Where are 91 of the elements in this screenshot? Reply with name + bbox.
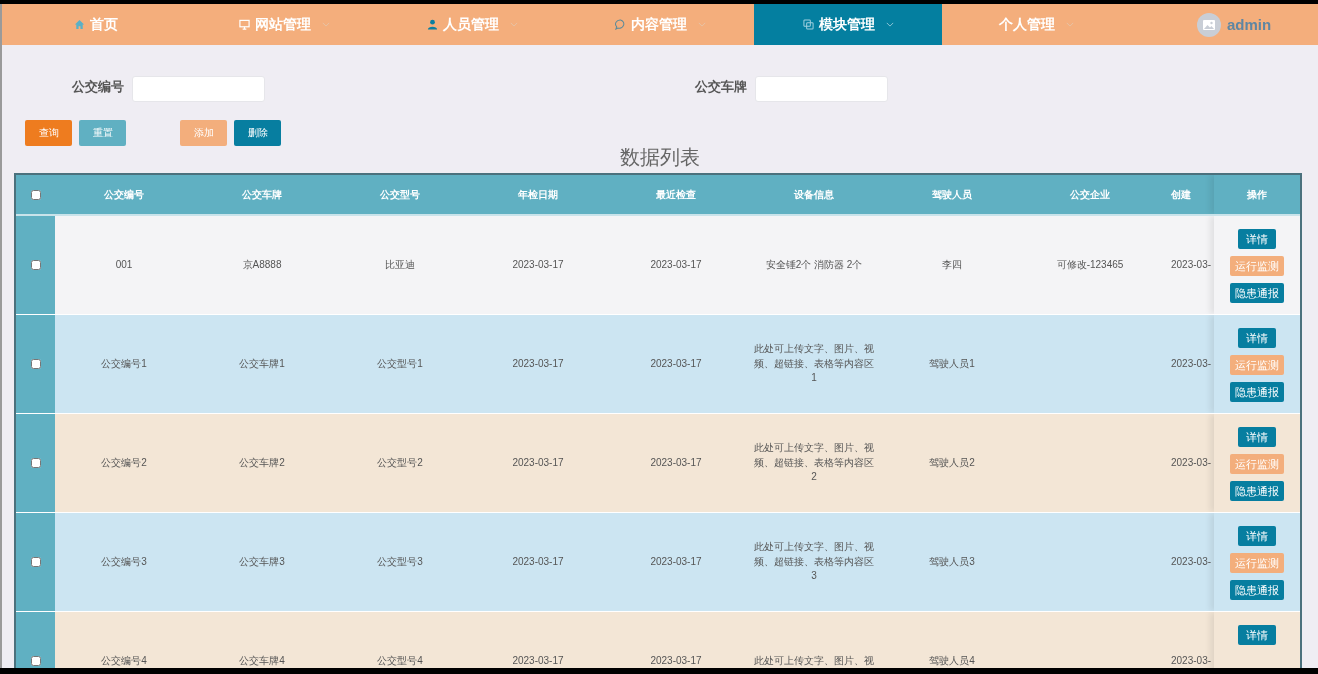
- table-cell-text: 驾驶人员2: [929, 455, 975, 470]
- column-header: 创建: [1171, 187, 1191, 202]
- table-cell-text: 此处可上传文字、图片、视频、超链接、表格等内容区3: [753, 540, 875, 584]
- nav-tab[interactable]: 模块管理: [754, 4, 942, 45]
- column-header: 驾驶人员: [932, 187, 972, 202]
- reset-button[interactable]: 重置: [79, 120, 126, 146]
- action-button[interactable]: 隐患通报: [1230, 580, 1284, 600]
- row-checkbox[interactable]: [30, 458, 41, 468]
- caret-icon: [885, 22, 894, 27]
- action-button[interactable]: 隐患通报: [1230, 283, 1284, 303]
- delete-button[interactable]: 删除: [234, 120, 281, 146]
- table-cell-text: 安全锤2个 消防器 2个: [765, 257, 863, 272]
- action-button[interactable]: 隐患通报: [1230, 382, 1284, 402]
- table-cell-text: 公交编号3: [101, 554, 147, 569]
- table-cell-text: 此处可上传文字、图片、视频、超链接、表格等内容区1: [753, 342, 875, 386]
- table-cell-text: 2023-03-17: [512, 554, 564, 569]
- column-header: 最近检查: [656, 187, 696, 202]
- table-cell-text: 2023-03-17: [512, 257, 564, 272]
- table-cell-text: 公交型号1: [377, 356, 423, 371]
- table-cell-text: 公交车牌1: [239, 356, 285, 371]
- table-cell-text: 001: [115, 257, 133, 272]
- table-cell: 公交车牌4: [239, 653, 285, 668]
- table-cell-text: 2023-03-17: [650, 356, 702, 371]
- table-cell: 2023-03-17: [512, 653, 564, 668]
- table-cell: 2023-03-: [1171, 653, 1212, 668]
- table-cell-text: 公交型号3: [377, 554, 423, 569]
- table-cell: 2023-03-17: [650, 653, 702, 668]
- column-header: 公交型号: [380, 187, 420, 202]
- table-cell-text: 可修改-123465: [1056, 257, 1124, 272]
- caret-icon: [697, 22, 706, 27]
- table-cell-text: 2023-03-17: [650, 554, 702, 569]
- action-button[interactable]: 详情: [1238, 526, 1276, 546]
- table-cell: 此处可上传文字、图片、视: [754, 653, 874, 668]
- column-header: 公交编号: [104, 187, 144, 202]
- row-checkbox[interactable]: [30, 557, 41, 567]
- caret-icon: [321, 22, 330, 27]
- table-cell-text: 驾驶人员1: [929, 356, 975, 371]
- copy-icon: [802, 19, 814, 30]
- table-cell-text: 公交编号2: [101, 455, 147, 470]
- table-cell-text: 李四: [942, 257, 962, 272]
- column-header: 公交企业: [1070, 187, 1110, 202]
- table-cell-text: 2023-03-17: [512, 356, 564, 371]
- table-cell: 公交编号4: [101, 653, 147, 668]
- column-header: 操作: [1247, 187, 1267, 202]
- avatar-icon: [1196, 12, 1221, 37]
- table-cell-text: 2023-03-: [1171, 455, 1212, 470]
- monitor-icon: [238, 19, 250, 30]
- table-cell: 驾驶人员4: [929, 653, 975, 668]
- column-header: 年检日期: [518, 187, 558, 202]
- row-checkbox[interactable]: [30, 359, 41, 369]
- table-cell-text: 2023-03-: [1171, 554, 1212, 569]
- field-label: 公交车牌: [695, 78, 747, 96]
- row-checkbox[interactable]: [30, 260, 41, 270]
- table-cell-text: 公交车牌2: [239, 455, 285, 470]
- action-button[interactable]: 详情: [1238, 427, 1276, 447]
- table-cell-text: 2023-03-17: [650, 455, 702, 470]
- search-field[interactable]: [755, 76, 888, 102]
- table-row[interactable]: 公交编号4 公交车牌4 公交型号4 2023-03-17 2023-03-17 此处可上传文字、图片、视 驾驶人员4 2023-03- 详情: [16, 612, 1300, 668]
- search-field[interactable]: [132, 76, 265, 102]
- table-cell-text: 2023-03-: [1171, 257, 1212, 272]
- caret-icon: [1065, 22, 1074, 27]
- table-cell-text: 驾驶人员3: [929, 554, 975, 569]
- table-cell-text: 2023-03-17: [512, 455, 564, 470]
- table-cell-text: 2023-03-17: [650, 257, 702, 272]
- home-icon: [74, 19, 85, 30]
- table-cell-text: 公交型号2: [377, 455, 423, 470]
- column-header: 设备信息: [794, 187, 834, 202]
- caret-icon: [509, 22, 518, 27]
- table-row[interactable]: 001 京A8888 比亚迪 2023-03-17 2023-03-17 安全锤2个 消防器 2个 李四 可修改-123465 2023-03- 详情 运行监测 隐患通报: [16, 216, 1300, 315]
- chat-icon: [614, 19, 626, 30]
- table-cell-text: 京A8888: [242, 257, 282, 272]
- table-cell: 公交型号4: [377, 653, 423, 668]
- action-button[interactable]: 详情: [1238, 229, 1276, 249]
- column-header: 公交车牌: [242, 187, 282, 202]
- table-row[interactable]: 公交编号1 公交车牌1 公交型号1 2023-03-17 2023-03-17 此处可上传文字、图片、视频、超链接、表格等内容区1 驾驶人员1 2023-03- 详情 运行监测 隐患通报: [16, 315, 1300, 414]
- table-cell-text: 比亚迪: [385, 257, 415, 272]
- table-row[interactable]: 公交编号2 公交车牌2 公交型号2 2023-03-17 2023-03-17 此处可上传文字、图片、视频、超链接、表格等内容区2 驾驶人员2 2023-03- 详情 运行监测 隐患通报: [16, 414, 1300, 513]
- table-title: 数据列表: [619, 146, 701, 169]
- field-label: 公交编号: [72, 78, 124, 96]
- row-checkbox[interactable]: [30, 656, 41, 666]
- action-button[interactable]: 详情: [1238, 625, 1276, 645]
- action-button[interactable]: 详情: [1238, 328, 1276, 348]
- table-cell-text: 公交编号1: [101, 356, 147, 371]
- query-button[interactable]: 查询: [25, 120, 72, 146]
- table-cell-text: 此处可上传文字、图片、视频、超链接、表格等内容区2: [753, 441, 875, 485]
- table-cell-text: 公交车牌3: [239, 554, 285, 569]
- person-icon: [426, 19, 438, 30]
- select-all-checkbox[interactable]: [30, 189, 41, 200]
- action-button[interactable]: 隐患通报: [1230, 481, 1284, 501]
- table-row[interactable]: 公交编号3 公交车牌3 公交型号3 2023-03-17 2023-03-17 此处可上传文字、图片、视频、超链接、表格等内容区3 驾驶人员3 2023-03- 详情 运行监测 隐患通报: [16, 513, 1300, 612]
- table-cell-text: 2023-03-: [1171, 356, 1212, 371]
